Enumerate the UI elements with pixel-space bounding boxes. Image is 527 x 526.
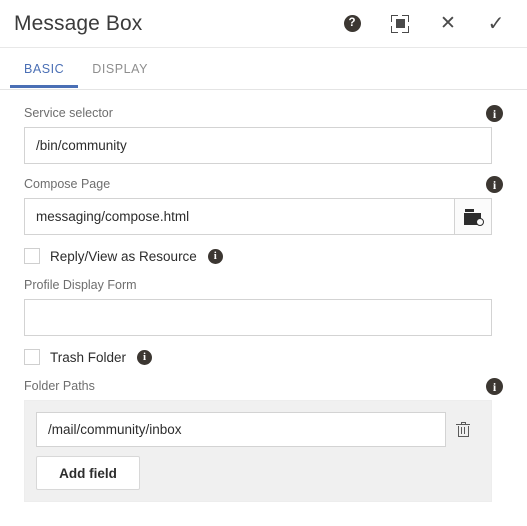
maximize-icon	[391, 14, 409, 33]
field-compose-page: Compose Page i	[24, 176, 503, 235]
help-icon: ?	[343, 15, 361, 32]
trash-folder-checkbox[interactable]	[24, 349, 40, 365]
page-title: Message Box	[14, 12, 143, 35]
field-service-selector: Service selector i	[24, 105, 503, 164]
folder-path-input[interactable]	[36, 412, 446, 447]
compose-page-input-group	[24, 198, 492, 235]
service-selector-input[interactable]	[24, 127, 492, 164]
add-field-button[interactable]: Add field	[36, 456, 140, 490]
field-profile-display-form: Profile Display Form	[24, 278, 492, 336]
reply-view-as-resource-checkbox[interactable]	[24, 248, 40, 264]
info-icon[interactable]: i	[486, 378, 503, 395]
folder-paths-multifield: Add field	[24, 400, 492, 502]
tab-bar: BASIC DISPLAY	[0, 48, 527, 90]
confirm-button[interactable]: ✓	[485, 13, 507, 35]
tab-basic[interactable]: BASIC	[10, 62, 79, 88]
close-button[interactable]: ✕	[437, 13, 459, 35]
info-icon[interactable]: i	[207, 248, 223, 264]
form-body: Service selector i Compose Page i Reply/…	[0, 90, 527, 502]
dialog-header: Message Box ? ✕ ✓	[0, 0, 527, 48]
compose-page-input[interactable]	[24, 198, 454, 235]
field-trash-folder[interactable]: Trash Folder i	[24, 349, 492, 365]
profile-display-form-input[interactable]	[24, 299, 492, 336]
maximize-button[interactable]	[389, 13, 411, 35]
folder-paths-label: Folder Paths	[24, 379, 95, 393]
reply-view-as-resource-label: Reply/View as Resource	[50, 248, 197, 264]
tab-display-label: DISPLAY	[92, 62, 148, 76]
tab-display[interactable]: DISPLAY	[78, 62, 162, 87]
tab-basic-label: BASIC	[24, 62, 65, 76]
header-actions: ? ✕ ✓	[341, 13, 507, 35]
trash-folder-label: Trash Folder	[50, 349, 127, 365]
field-reply-view-as-resource[interactable]: Reply/View as Resource i	[24, 248, 492, 264]
profile-display-form-label: Profile Display Form	[24, 278, 137, 292]
close-icon: ✕	[440, 13, 456, 34]
info-icon[interactable]: i	[486, 176, 503, 193]
service-selector-label: Service selector	[24, 106, 113, 120]
trash-icon	[456, 421, 470, 438]
info-icon[interactable]: i	[137, 349, 153, 365]
folder-search-icon	[463, 208, 484, 226]
field-folder-paths: Folder Paths i Add field	[24, 378, 503, 502]
compose-page-label: Compose Page	[24, 177, 111, 191]
browse-button[interactable]	[454, 198, 492, 235]
delete-field-button[interactable]	[446, 415, 480, 445]
info-icon[interactable]: i	[486, 105, 503, 122]
check-icon: ✓	[487, 12, 505, 35]
help-button[interactable]: ?	[341, 13, 363, 35]
list-item	[36, 412, 480, 447]
